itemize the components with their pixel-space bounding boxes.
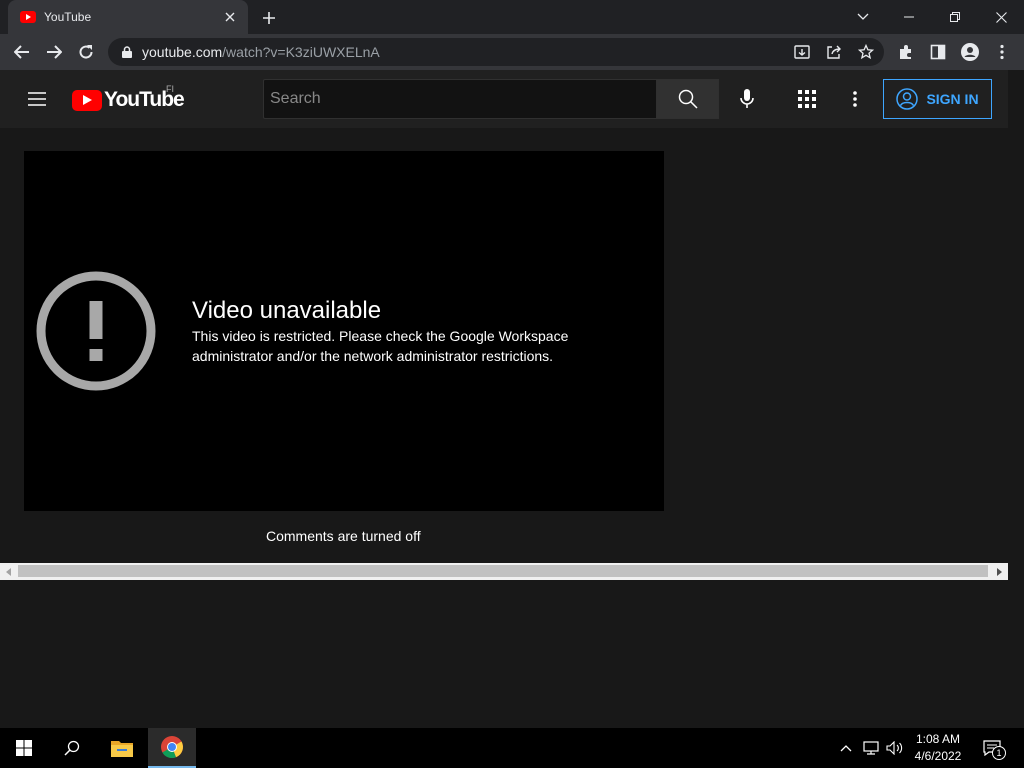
minimize-button[interactable] — [886, 0, 932, 34]
tab-search-chevron-icon[interactable] — [840, 0, 886, 34]
region-code: FI — [166, 84, 174, 94]
comments-status: Comments are turned off — [266, 528, 421, 544]
install-app-icon[interactable] — [790, 40, 814, 64]
horizontal-scrollbar[interactable] — [0, 563, 1008, 580]
extensions-puzzle-icon[interactable] — [894, 40, 918, 64]
lock-icon[interactable] — [120, 45, 134, 59]
reload-icon[interactable] — [74, 40, 98, 64]
browser-tabstrip: YouTube — [0, 0, 1024, 34]
search-icon — [678, 89, 698, 109]
tab-close-icon[interactable] — [222, 9, 238, 25]
browser-tab-youtube[interactable]: YouTube — [8, 0, 248, 34]
youtube-favicon-icon — [20, 11, 36, 23]
notification-count-badge: 1 — [992, 746, 1006, 760]
address-bar[interactable]: youtube.com/watch?v=K3ziUWXELnA — [108, 38, 884, 66]
error-message: This video is restricted. Please check t… — [192, 328, 569, 364]
scroll-right-arrow-icon[interactable] — [991, 563, 1008, 580]
taskbar-search-icon[interactable] — [48, 728, 96, 768]
hamburger-menu-icon[interactable] — [22, 84, 52, 114]
start-windows-icon[interactable] — [0, 728, 48, 768]
search-input[interactable] — [270, 80, 656, 118]
clock-time: 1:08 AM — [915, 732, 961, 746]
scroll-left-arrow-icon[interactable] — [0, 563, 17, 580]
profile-avatar-icon[interactable] — [958, 40, 982, 64]
url-text: youtube.com/watch?v=K3ziUWXELnA — [142, 44, 380, 60]
search-button[interactable] — [656, 79, 719, 119]
volume-speaker-icon[interactable] — [885, 738, 905, 758]
tab-title: YouTube — [44, 10, 92, 24]
error-title: Video unavailable — [192, 297, 382, 324]
search-box — [263, 79, 656, 119]
apps-grid-icon[interactable] — [792, 84, 822, 114]
account-circle-icon — [896, 88, 919, 110]
youtube-play-logo-icon — [72, 89, 102, 111]
browser-toolbar: youtube.com/watch?v=K3ziUWXELnA — [0, 34, 1024, 70]
network-icon[interactable] — [861, 738, 881, 758]
youtube-masthead: YouTube FI SIGN IN — [0, 70, 1008, 128]
sign-in-label: SIGN IN — [926, 91, 979, 107]
tray-chevron-up-icon[interactable] — [836, 738, 856, 758]
restore-button[interactable] — [932, 0, 978, 34]
scrollbar-thumb[interactable] — [18, 565, 988, 577]
share-icon[interactable] — [822, 40, 846, 64]
settings-kebab-icon[interactable] — [840, 84, 870, 114]
close-window-button[interactable] — [978, 0, 1024, 34]
chrome-menu-icon[interactable] — [990, 40, 1014, 64]
taskbar-clock[interactable]: 1:08 AM 4/6/2022 — [906, 731, 970, 765]
error-exclamation-icon — [36, 271, 156, 391]
windows-taskbar: 1:08 AM 4/6/2022 1 — [0, 728, 1024, 768]
url-path: /watch?v=K3ziUWXELnA — [222, 44, 380, 60]
video-player[interactable]: Video unavailable This video is restrict… — [24, 151, 664, 511]
sign-in-button[interactable]: SIGN IN — [883, 79, 992, 119]
chrome-taskbar-icon[interactable] — [148, 728, 196, 768]
new-tab-button[interactable] — [258, 7, 280, 29]
side-panel-icon[interactable] — [926, 40, 950, 64]
voice-search-mic-icon[interactable] — [732, 84, 762, 114]
file-explorer-folder-icon[interactable] — [98, 728, 146, 768]
bookmark-star-icon[interactable] — [854, 40, 878, 64]
forward-arrow-icon[interactable] — [42, 40, 66, 64]
clock-date: 4/6/2022 — [914, 749, 962, 763]
url-host: youtube.com — [142, 44, 223, 60]
back-arrow-icon[interactable] — [10, 40, 34, 64]
